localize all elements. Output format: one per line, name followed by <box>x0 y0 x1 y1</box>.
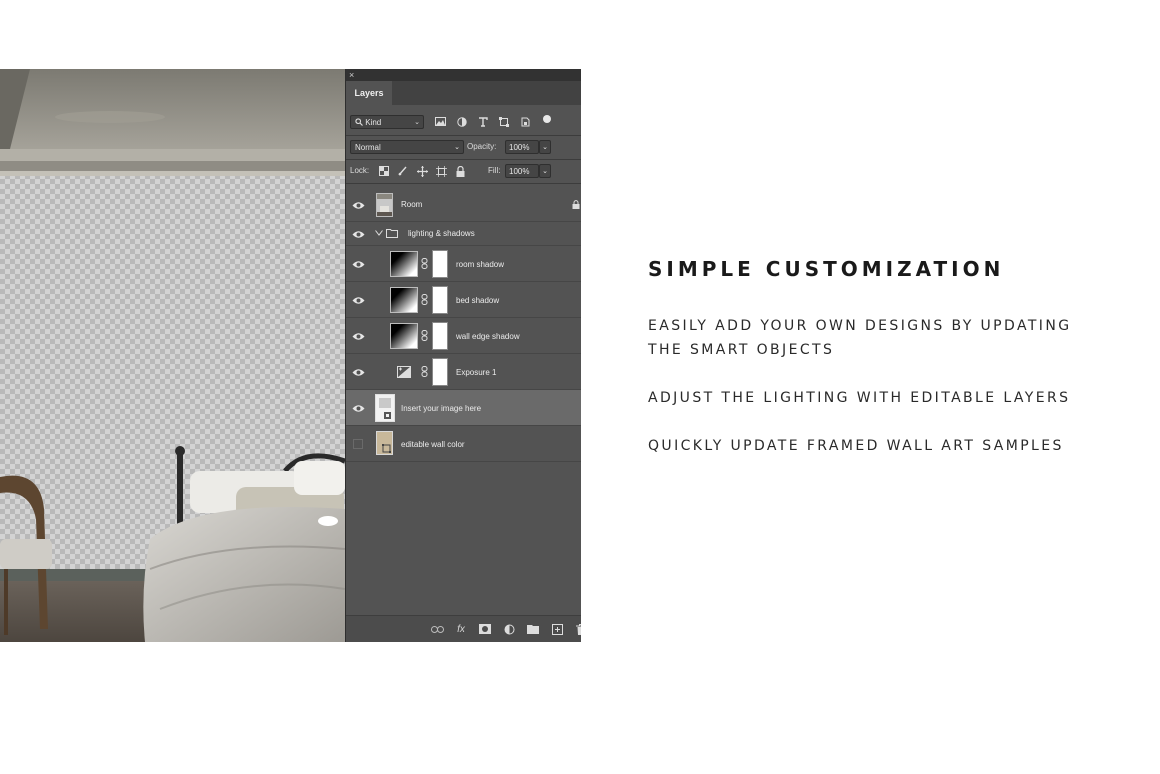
fill-label: Fill: <box>488 166 501 175</box>
layer-name: bed shadow <box>456 296 500 305</box>
opacity-chevron-icon[interactable]: ⌄ <box>539 140 551 154</box>
feature-line: Adjust the lighting with editable layers <box>648 390 1071 406</box>
folder-icon <box>386 229 398 238</box>
divider <box>346 135 581 136</box>
search-icon <box>355 118 363 126</box>
adjustment-filter-icon[interactable] <box>455 115 468 128</box>
eye-icon[interactable] <box>352 368 365 377</box>
exposure-adjustment-icon <box>397 366 411 378</box>
layer-name: room shadow <box>456 260 505 269</box>
layer-insert-your-image[interactable]: Insert your image here <box>346 390 581 426</box>
lock-transparent-pixels-icon[interactable] <box>378 165 390 177</box>
layer-thumbnail <box>390 323 418 349</box>
layer-name: wall edge shadow <box>456 332 520 341</box>
shape-filter-icon[interactable] <box>497 115 510 128</box>
lock-icon <box>572 200 580 209</box>
fill-chevron-icon[interactable]: ⌄ <box>539 164 551 178</box>
eye-icon[interactable] <box>352 404 365 413</box>
filter-toggle[interactable] <box>543 115 551 123</box>
filter-kind-select[interactable]: Kind ⌄ <box>350 115 424 129</box>
opacity-field[interactable]: 100% <box>505 140 539 154</box>
layer-mask-thumbnail <box>432 358 448 386</box>
link-icon <box>421 366 428 377</box>
link-icon <box>421 330 428 341</box>
blend-mode-select[interactable]: Normal ⌄ <box>350 140 464 154</box>
feature-line: Easily add your own designs by updating <box>648 318 1072 334</box>
layer-mask-thumbnail <box>432 286 448 314</box>
divider <box>346 159 581 160</box>
opacity-label: Opacity: <box>467 142 497 151</box>
lock-image-pixels-icon[interactable] <box>397 165 409 177</box>
lock-artboard-icon[interactable] <box>435 165 447 177</box>
layer-thumbnail <box>390 287 418 313</box>
blend-mode-label: Normal <box>355 143 381 152</box>
layer-mask-thumbnail <box>432 322 448 350</box>
link-icon <box>421 258 428 269</box>
chevron-down-icon: ⌄ <box>454 144 460 151</box>
blend-row: Normal ⌄ Opacity: 100% ⌄ <box>346 138 581 156</box>
feature-line: the Smart objects <box>648 342 835 358</box>
layer-group-lighting-shadows[interactable]: lighting & shadows <box>346 222 581 246</box>
visibility-toggle-off[interactable] <box>353 439 363 449</box>
eye-icon[interactable] <box>352 296 365 305</box>
tab-layers[interactable]: Layers <box>346 81 392 105</box>
layer-bed-shadow[interactable]: bed shadow <box>346 282 581 318</box>
feature-copy: SIMPLE CUSTOMIZATION Easily add your own… <box>648 256 1128 458</box>
lock-all-icon[interactable] <box>454 165 466 177</box>
panel-tab-bar: Layers <box>346 81 581 105</box>
section-heading: SIMPLE CUSTOMIZATION <box>648 257 1005 281</box>
fx-icon[interactable]: fx <box>454 622 468 636</box>
lock-row: Lock: Fill: 100% ⌄ <box>346 162 581 180</box>
eye-icon[interactable] <box>352 260 365 269</box>
layer-name: Room <box>401 200 423 209</box>
layer-name: Insert your image here <box>401 404 482 413</box>
layer-thumbnail <box>375 394 395 422</box>
chevron-down-icon: ⌄ <box>414 119 420 126</box>
layers-panel: × Layers Kind ⌄ Normal ⌄ Opacity: 100% ⌄ <box>345 69 581 642</box>
link-layers-icon[interactable] <box>430 622 444 636</box>
layer-room[interactable]: Room <box>346 188 581 222</box>
fill-field[interactable]: 100% <box>505 164 539 178</box>
divider <box>346 183 581 184</box>
layer-name: Exposure 1 <box>456 368 497 377</box>
new-group-icon[interactable] <box>526 622 540 636</box>
eye-icon[interactable] <box>352 201 365 210</box>
layer-thumbnail <box>376 193 393 217</box>
image-filter-icon[interactable] <box>434 115 447 128</box>
layer-editable-wall-color[interactable]: editable wall color <box>346 426 581 462</box>
adjustment-layer-icon[interactable] <box>502 622 516 636</box>
feature-line: Quickly update framed wall art samples <box>648 438 1064 454</box>
add-mask-icon[interactable] <box>478 622 492 636</box>
lock-label: Lock: <box>350 166 370 175</box>
new-layer-icon[interactable] <box>550 622 564 636</box>
room-mockup-image <box>0 69 345 642</box>
panel-title-bar: × <box>346 69 581 81</box>
close-icon[interactable]: × <box>349 69 354 81</box>
layer-exposure-1[interactable]: Exposure 1 <box>346 354 581 390</box>
chevron-down-icon[interactable] <box>375 230 383 236</box>
trash-icon[interactable] <box>574 622 581 636</box>
layer-wall-edge-shadow[interactable]: wall edge shadow <box>346 318 581 354</box>
layer-mask-thumbnail <box>432 250 448 278</box>
panel-bottom-toolbar: fx <box>346 615 581 642</box>
layer-name: editable wall color <box>401 440 465 449</box>
eye-icon[interactable] <box>352 230 365 239</box>
layer-thumbnail <box>376 431 393 455</box>
lock-position-icon[interactable] <box>416 165 428 177</box>
link-icon <box>421 294 428 305</box>
smart-object-filter-icon[interactable] <box>518 115 531 128</box>
filter-kind-label: Kind <box>365 118 382 127</box>
eye-icon[interactable] <box>352 332 365 341</box>
type-filter-icon[interactable] <box>476 115 489 128</box>
layer-thumbnail <box>390 251 418 277</box>
layer-room-shadow[interactable]: room shadow <box>346 246 581 282</box>
filter-row: Kind ⌄ <box>346 113 581 133</box>
layer-name: lighting & shadows <box>408 229 475 238</box>
